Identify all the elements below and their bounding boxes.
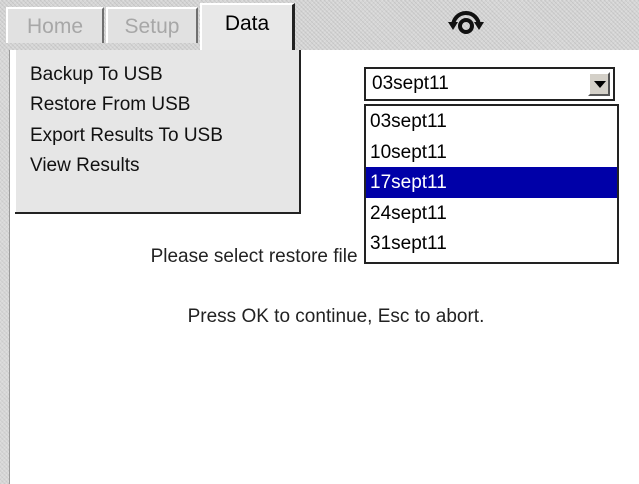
restore-file-select[interactable]: 03sept11 [364, 67, 615, 101]
data-menu: Backup To USB Restore From USB Export Re… [15, 50, 301, 214]
tab-data[interactable]: Data [200, 3, 295, 50]
tab-bar: Home Setup Data [0, 0, 639, 50]
menu-item-backup-to-usb[interactable]: Backup To USB [30, 64, 163, 86]
file-option[interactable]: 03sept11 [366, 106, 617, 137]
file-option-selected[interactable]: 17sept11 [366, 167, 617, 198]
usb-connection-icon [448, 11, 484, 34]
menu-item-export-results-to-usb[interactable]: Export Results To USB [30, 125, 223, 147]
chevron-down-icon[interactable] [588, 72, 610, 96]
menu-item-restore-from-usb[interactable]: Restore From USB [30, 94, 190, 116]
file-option[interactable]: 24sept11 [366, 198, 617, 229]
file-option[interactable]: 31sept11 [366, 228, 617, 259]
file-option[interactable]: 10sept11 [366, 137, 617, 168]
tab-setup[interactable]: Setup [106, 7, 198, 43]
restore-file-value: 03sept11 [372, 73, 449, 94]
continue-hint-text: Press OK to continue, Esc to abort. [187, 306, 485, 327]
menu-item-view-results[interactable]: View Results [30, 155, 139, 177]
tab-home[interactable]: Home [6, 7, 104, 43]
restore-file-list: 03sept11 10sept11 17sept11 24sept11 31se… [364, 104, 619, 264]
